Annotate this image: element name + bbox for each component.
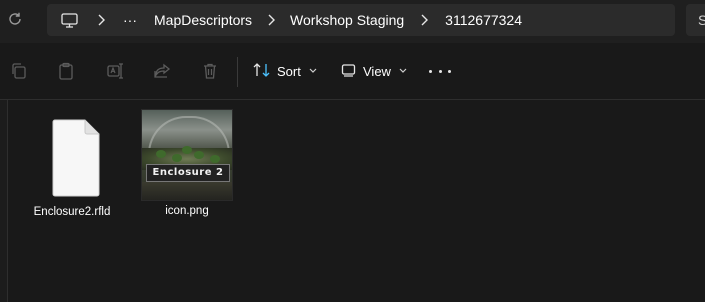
search-input[interactable]: S xyxy=(686,4,705,36)
address-bar[interactable]: ··· MapDescriptors Workshop Staging 3112… xyxy=(47,4,675,36)
thumbnail-caption: Enclosure 2 xyxy=(146,164,230,182)
command-bar: Sort View xyxy=(0,43,705,100)
more-options-icon[interactable] xyxy=(429,62,451,80)
chevron-right-icon[interactable] xyxy=(95,14,107,26)
file-item-icon-png[interactable]: Enclosure 2 icon.png xyxy=(139,106,235,226)
breadcrumb-item-workshop-staging[interactable]: Workshop Staging xyxy=(290,12,404,28)
chevron-right-icon[interactable] xyxy=(418,14,430,26)
breadcrumb-item-current-folder[interactable]: 3112677324 xyxy=(445,12,522,28)
delete-icon[interactable] xyxy=(200,61,220,81)
chevron-right-icon[interactable] xyxy=(265,14,277,26)
paste-icon[interactable] xyxy=(56,61,76,81)
view-icon xyxy=(341,63,357,80)
file-name: icon.png xyxy=(165,205,209,217)
navigation-pane-edge xyxy=(0,100,8,302)
chevron-down-icon xyxy=(399,66,407,76)
view-label: View xyxy=(363,63,391,79)
search-input-text: S xyxy=(698,12,705,28)
share-icon[interactable] xyxy=(152,61,172,81)
file-name: Enclosure2.rfld xyxy=(33,206,111,218)
file-item-enclosure2-rfld[interactable]: Enclosure2.rfld xyxy=(24,106,120,226)
toolbar-divider xyxy=(237,57,238,87)
address-bar-region: ··· MapDescriptors Workshop Staging 3112… xyxy=(0,0,705,43)
breadcrumb-overflow[interactable]: ··· xyxy=(123,12,137,28)
document-file-icon xyxy=(52,119,100,197)
rename-icon[interactable] xyxy=(105,61,125,81)
refresh-icon[interactable] xyxy=(4,8,26,30)
breadcrumb-item-mapdescriptors[interactable]: MapDescriptors xyxy=(154,12,252,28)
copy-icon[interactable] xyxy=(9,61,29,81)
sort-icon xyxy=(253,62,271,81)
image-thumbnail: Enclosure 2 xyxy=(141,109,233,201)
this-pc-icon[interactable] xyxy=(61,12,79,28)
chevron-down-icon xyxy=(309,66,317,76)
view-button[interactable]: View xyxy=(341,59,407,83)
sort-button[interactable]: Sort xyxy=(253,59,317,83)
sort-label: Sort xyxy=(277,63,301,79)
